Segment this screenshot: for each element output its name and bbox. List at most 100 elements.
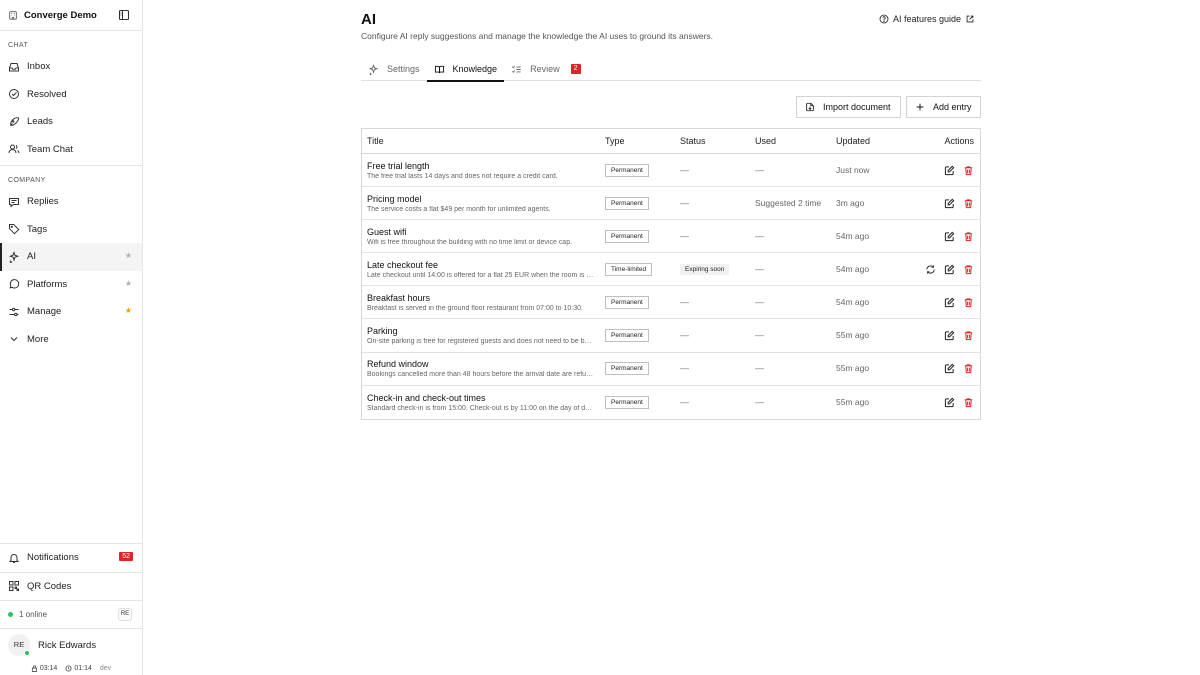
refresh-icon[interactable] bbox=[925, 264, 936, 275]
sidebar-item-team-chat[interactable]: Team Chat bbox=[0, 136, 142, 164]
table-row[interactable]: Pricing model The service costs a flat $4… bbox=[362, 187, 980, 221]
favorite-star-icon[interactable]: ★ bbox=[125, 279, 132, 288]
cell-type: Permanent bbox=[600, 196, 675, 210]
cell-actions bbox=[906, 363, 980, 374]
type-badge: Permanent bbox=[605, 395, 649, 409]
session-time: 03:14 bbox=[39, 664, 58, 672]
cell-used: — bbox=[750, 397, 831, 408]
cell-status: — bbox=[675, 363, 750, 374]
sidebar-item-replies[interactable]: Replies bbox=[0, 188, 142, 216]
cell-status: — bbox=[675, 198, 750, 209]
edit-icon[interactable] bbox=[944, 397, 955, 408]
edit-icon[interactable] bbox=[944, 231, 955, 242]
used-value: Suggested 2 time bbox=[755, 197, 822, 208]
favorite-star-icon[interactable]: ★ bbox=[125, 251, 132, 260]
column-header-used: Used bbox=[755, 136, 777, 146]
updated-value: 55m ago bbox=[836, 363, 870, 374]
session-meta: 03:14 01:14 dev bbox=[0, 661, 142, 675]
help-circle-icon bbox=[879, 14, 889, 24]
type-badge: Permanent bbox=[605, 362, 649, 376]
cell-status: — bbox=[675, 397, 750, 408]
company-section-label: COMPANY bbox=[8, 177, 46, 184]
table-header: Title Type Status Used Updated Actions bbox=[362, 129, 980, 154]
table-row[interactable]: Late checkout fee Late checkout until 14:… bbox=[362, 253, 980, 287]
table-row[interactable]: Parking On-site parking is free for regis… bbox=[362, 319, 980, 353]
cell-updated: 54m ago bbox=[831, 231, 906, 242]
sidebar-item-tags[interactable]: Tags bbox=[0, 216, 142, 244]
edit-icon[interactable] bbox=[944, 363, 955, 374]
sidebar-divider bbox=[0, 30, 142, 31]
inbox-icon bbox=[9, 62, 19, 72]
type-badge: Permanent bbox=[605, 229, 649, 243]
status-empty: — bbox=[680, 363, 689, 374]
used-value: — bbox=[755, 296, 764, 307]
import-document-button[interactable]: Import document bbox=[796, 96, 901, 118]
used-value: — bbox=[755, 363, 764, 374]
sidebar-item-leads[interactable]: Leads bbox=[0, 108, 142, 136]
cell-used: — bbox=[750, 363, 831, 374]
online-dot bbox=[8, 612, 13, 617]
sidebar-item-resolved[interactable]: Resolved bbox=[0, 81, 142, 109]
tab-label: Review bbox=[530, 64, 560, 74]
table-row[interactable]: Free trial length The free trial lasts 14… bbox=[362, 154, 980, 188]
sidebar-item-ai[interactable]: AI ★ bbox=[0, 243, 142, 271]
lock-icon bbox=[31, 665, 37, 672]
sidebar-item-label: Platforms bbox=[27, 278, 68, 290]
tab-knowledge[interactable]: Knowledge bbox=[426, 57, 505, 82]
table-row[interactable]: Guest wifi Wifi is free throughout the bu… bbox=[362, 220, 980, 254]
review-count-badge: 2 bbox=[570, 64, 581, 74]
sidebar-item-label: Leads bbox=[27, 116, 53, 128]
sidebar-item-qr-codes[interactable]: QR Codes bbox=[0, 573, 142, 601]
column-header-updated: Updated bbox=[836, 136, 871, 146]
sidebar-item-platforms[interactable]: Platforms ★ bbox=[0, 271, 142, 299]
workspace-switcher[interactable]: Converge Demo bbox=[0, 0, 142, 30]
sidebar-item-manage[interactable]: Manage ★ bbox=[0, 298, 142, 326]
sidebar-toggle-icon[interactable] bbox=[118, 9, 130, 21]
cell-used: — bbox=[750, 231, 831, 242]
edit-icon[interactable] bbox=[944, 330, 955, 341]
cell-actions bbox=[906, 231, 980, 242]
sidebar-item-label: Inbox bbox=[27, 61, 51, 73]
table-row[interactable]: Breakfast hours Breakfast is served in th… bbox=[362, 286, 980, 320]
cell-updated: 54m ago bbox=[831, 264, 906, 275]
tag-icon bbox=[9, 224, 20, 235]
trash-icon[interactable] bbox=[963, 198, 974, 209]
building-icon bbox=[9, 11, 17, 20]
trash-icon[interactable] bbox=[963, 264, 974, 275]
trash-icon[interactable] bbox=[963, 330, 974, 341]
edit-icon[interactable] bbox=[944, 264, 955, 275]
used-value: — bbox=[755, 263, 764, 274]
entry-title: Check-in and check-out times bbox=[367, 392, 486, 403]
user-profile[interactable]: RE Rick Edwards bbox=[0, 629, 142, 661]
sidebar-item-inbox[interactable]: Inbox bbox=[0, 53, 142, 81]
tab-review[interactable]: Review 2 bbox=[504, 57, 587, 81]
trash-icon[interactable] bbox=[963, 297, 974, 308]
online-status[interactable]: 1 online RE bbox=[0, 601, 142, 628]
cell-title: Free trial length The free trial lasts 14… bbox=[362, 161, 600, 180]
favorite-star-icon[interactable]: ★ bbox=[125, 306, 132, 315]
edit-icon[interactable] bbox=[944, 165, 955, 176]
trash-icon[interactable] bbox=[963, 363, 974, 374]
sidebar-item-label: More bbox=[27, 333, 49, 345]
table-row[interactable]: Check-in and check-out times Standard che… bbox=[362, 386, 980, 419]
file-import-icon bbox=[806, 102, 814, 112]
edit-icon[interactable] bbox=[944, 297, 955, 308]
tab-settings[interactable]: Settings bbox=[361, 57, 427, 81]
sliders-icon bbox=[9, 307, 19, 316]
edit-icon[interactable] bbox=[944, 198, 955, 209]
clock-icon bbox=[65, 664, 72, 672]
trash-icon[interactable] bbox=[963, 165, 974, 176]
users-icon bbox=[8, 144, 20, 154]
online-user-avatar[interactable]: RE bbox=[118, 608, 132, 621]
cell-updated: 3m ago bbox=[831, 198, 906, 209]
table-row[interactable]: Refund window Bookings cancelled more tha… bbox=[362, 353, 980, 386]
updated-value: 55m ago bbox=[836, 396, 870, 407]
ai-features-guide-link[interactable]: AI features guide bbox=[879, 14, 975, 24]
status-empty: — bbox=[680, 330, 689, 341]
sidebar-item-more[interactable]: More bbox=[0, 326, 142, 354]
trash-icon[interactable] bbox=[963, 231, 974, 242]
sidebar-item-notifications[interactable]: Notifications 52 bbox=[0, 544, 142, 572]
chevron-down-icon bbox=[10, 337, 18, 342]
trash-icon[interactable] bbox=[963, 397, 974, 408]
add-entry-button[interactable]: Add entry bbox=[906, 96, 981, 118]
